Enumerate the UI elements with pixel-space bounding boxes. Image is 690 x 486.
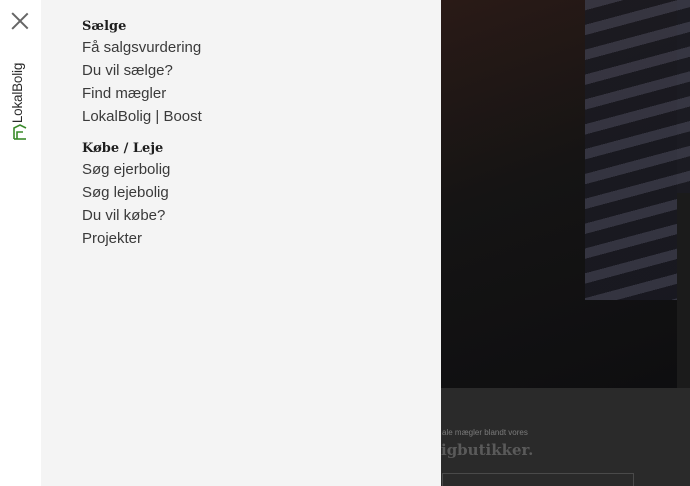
background-small-text: ale mægler blandt vores <box>442 428 528 437</box>
menu-item-boost[interactable]: LokalBolig | Boost <box>82 105 202 128</box>
side-rail: LokalBolig <box>0 0 41 486</box>
navigation-menu: Sælge Få salgsvurdering Du vil sælge? Fi… <box>41 0 441 486</box>
background-search-field <box>442 473 634 486</box>
menu-item-soeg-lejebolig[interactable]: Søg lejebolig <box>82 181 170 204</box>
house-logo-icon <box>13 124 27 140</box>
menu-item-du-vil-koebe[interactable]: Du vil købe? <box>82 204 170 227</box>
menu-item-soeg-ejerbolig[interactable]: Søg ejerbolig <box>82 158 170 181</box>
hero-photo-stripes <box>585 0 690 300</box>
background-headline: igbutikker. <box>441 441 534 459</box>
brand-logo[interactable]: LokalBolig <box>10 58 30 142</box>
background-content <box>440 388 690 486</box>
section-title: Købe / Leje <box>82 141 164 156</box>
menu-item-salgsvurdering[interactable]: Få salgsvurdering <box>82 36 202 59</box>
menu-item-find-maegler[interactable]: Find mægler <box>82 82 202 105</box>
menu-item-du-vil-saelge[interactable]: Du vil sælge? <box>82 59 202 82</box>
menu-section-koebe-leje: Købe / Leje Søg ejerbolig Søg lejebolig … <box>82 140 170 250</box>
close-icon[interactable] <box>10 11 30 31</box>
menu-item-projekter[interactable]: Projekter <box>82 227 170 250</box>
brand-name: LokalBolig <box>10 62 25 124</box>
menu-section-saelge: Sælge Få salgsvurdering Du vil sælge? Fi… <box>82 18 202 128</box>
section-title: Sælge <box>82 19 127 34</box>
